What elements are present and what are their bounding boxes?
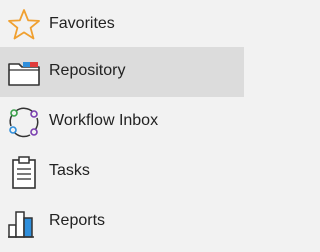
- sidebar-item-reports[interactable]: Reports: [0, 197, 244, 247]
- sidebar-item-favorites[interactable]: Favorites: [0, 0, 244, 50]
- sidebar-item-label: Favorites: [49, 15, 115, 32]
- sidebar-item-label: Tasks: [49, 162, 90, 179]
- sidebar-item-label: Reports: [49, 212, 106, 229]
- folder-icon: [6, 54, 42, 90]
- sidebar-item-repository[interactable]: Repository: [0, 47, 244, 97]
- sidebar-item-label: Workflow Inbox: [49, 112, 159, 129]
- clipboard-icon: [6, 154, 42, 190]
- star-icon: [6, 7, 42, 43]
- bar-chart-icon: [6, 204, 42, 240]
- sidebar-item-workflow-inbox[interactable]: Workflow Inbox: [0, 97, 244, 147]
- sidebar-item-label: Repository: [49, 62, 126, 79]
- sidebar-nav: Favorites Repository Workflow Inbox Task…: [0, 0, 244, 252]
- sidebar-item-tasks[interactable]: Tasks: [0, 147, 244, 197]
- workflow-cycle-icon: [6, 104, 42, 140]
